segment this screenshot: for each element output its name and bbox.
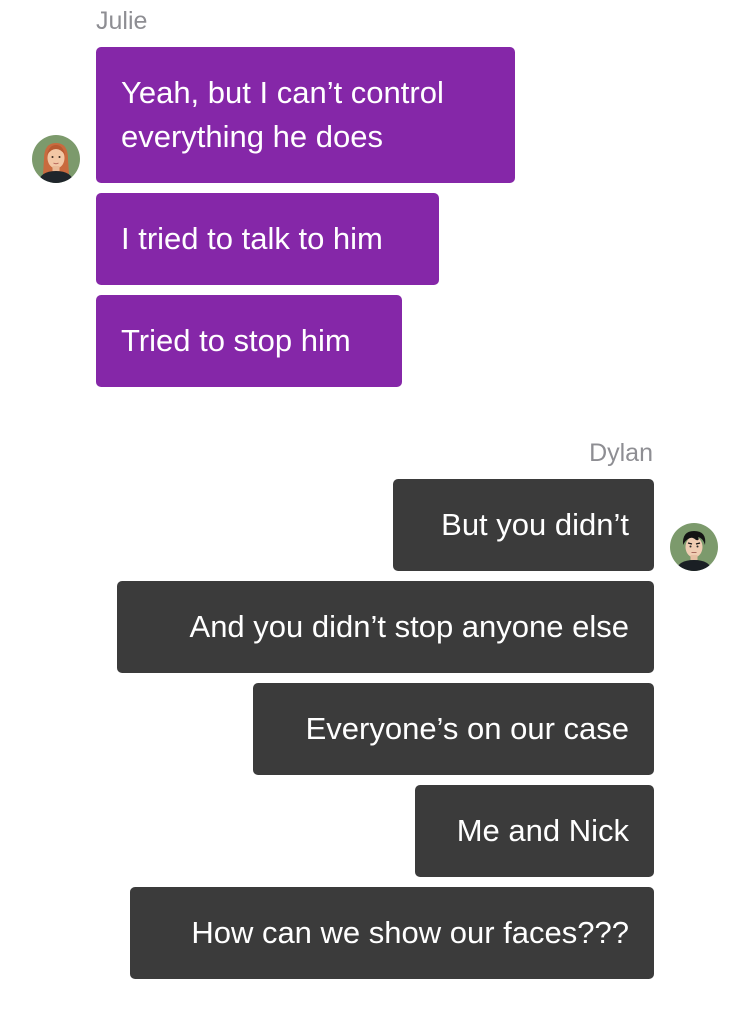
man-avatar-icon[interactable] <box>670 523 718 571</box>
message-text: Yeah, but I can’t control everything he … <box>121 75 444 154</box>
message-bubble-julie-2[interactable]: I tried to talk to him <box>96 193 439 285</box>
message-bubble-dylan-4[interactable]: Me and Nick <box>415 785 654 877</box>
message-text: How can we show our faces??? <box>191 915 629 950</box>
message-bubble-dylan-5[interactable]: How can we show our faces??? <box>130 887 654 979</box>
woman-avatar-icon[interactable] <box>32 135 80 183</box>
message-text: But you didn’t <box>441 507 629 542</box>
message-text: Me and Nick <box>456 813 629 848</box>
message-text: I tried to talk to him <box>121 221 383 256</box>
message-text: Everyone’s on our case <box>305 711 629 746</box>
sender-name-dylan: Dylan <box>589 439 653 467</box>
message-bubble-dylan-3[interactable]: Everyone’s on our case <box>253 683 654 775</box>
message-text: Tried to stop him <box>121 323 351 358</box>
message-bubble-dylan-1[interactable]: But you didn’t <box>393 479 654 571</box>
message-bubble-julie-1[interactable]: Yeah, but I can’t control everything he … <box>96 47 515 183</box>
message-bubble-julie-3[interactable]: Tried to stop him <box>96 295 402 387</box>
message-text: And you didn’t stop anyone else <box>189 609 629 644</box>
sender-name-julie: Julie <box>96 7 148 35</box>
chat-thread: Julie Yeah, but I can’t control everythi… <box>0 0 750 1022</box>
message-bubble-dylan-2[interactable]: And you didn’t stop anyone else <box>117 581 654 673</box>
